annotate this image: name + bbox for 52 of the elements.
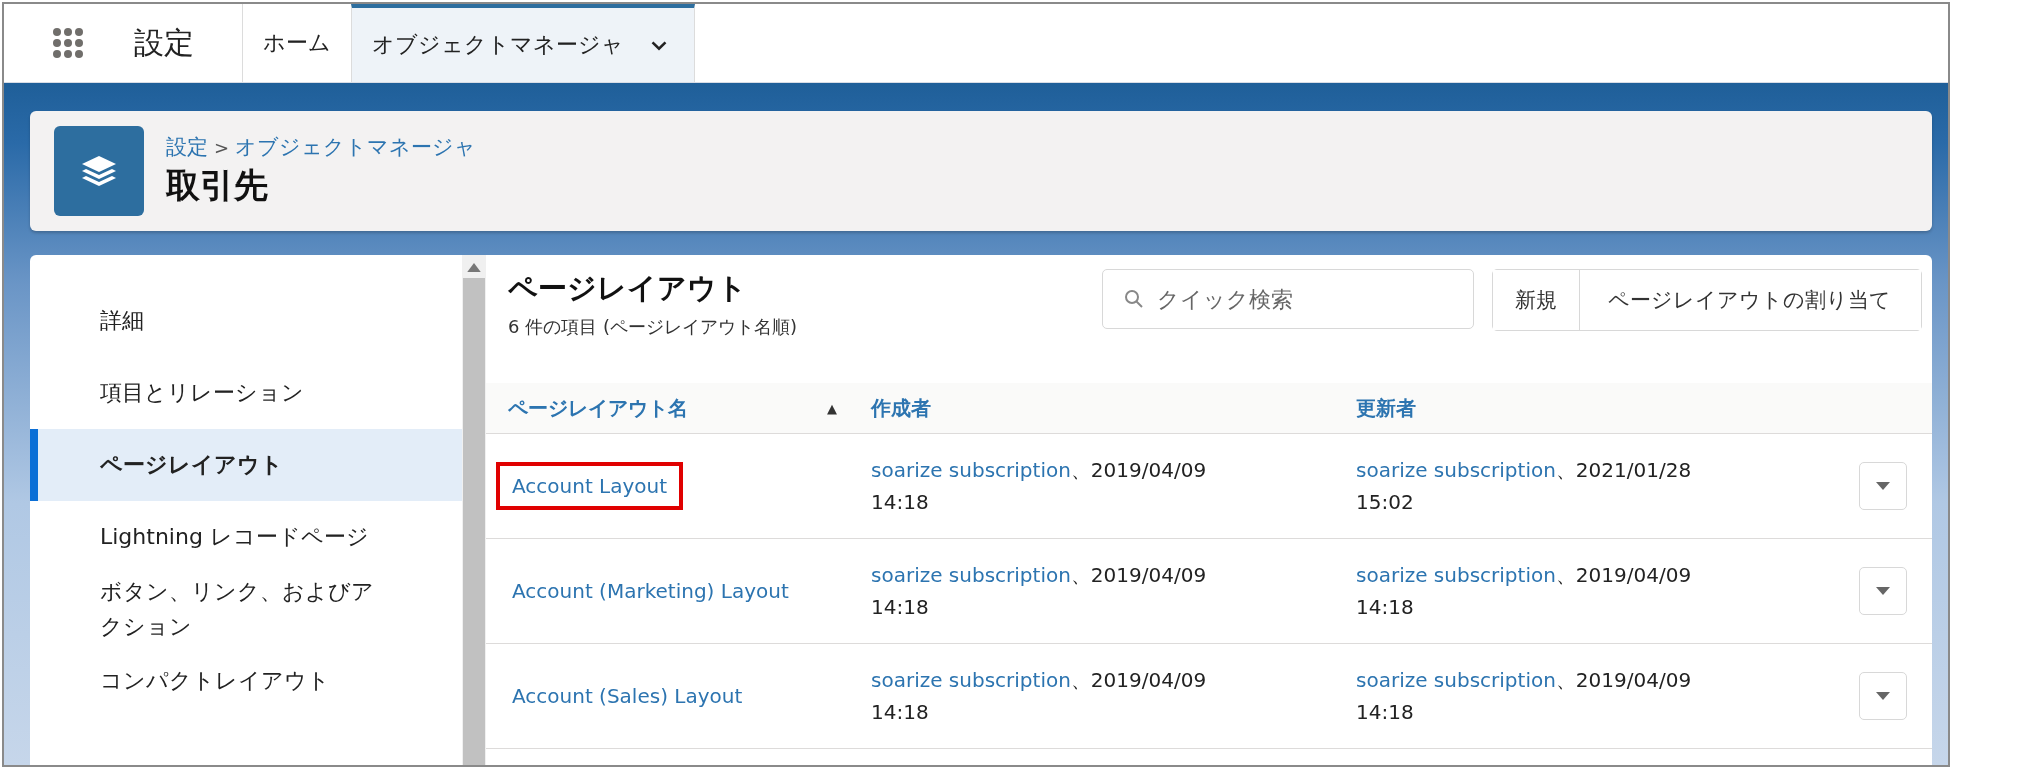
date-text: 、2019/04/09 [1555,563,1692,587]
sidebar-item[interactable]: ボタン、リンク、およびアクション [30,573,462,645]
date-text: 、2019/04/09 [1070,668,1207,692]
item-count: 6 件の項目 (ページレイアウト名順) [508,315,798,339]
caret-down-icon [1876,587,1890,595]
sidebar-item[interactable]: 項目とリレーション [30,357,462,429]
date-text: 、2019/04/09 [1555,668,1692,692]
user-link[interactable]: soarize subscription [1356,563,1556,587]
page-title: 取引先 [166,164,269,207]
sort-arrow[interactable]: ▲ [827,400,837,416]
sidebar-item[interactable]: Lightning レコードページ [30,501,462,573]
chevron-down-icon[interactable] [650,38,668,52]
user-link[interactable]: soarize subscription [1356,668,1556,692]
app-name: 設定 [134,23,194,62]
action-button[interactable]: 新規 [1493,270,1580,330]
row-actions-button[interactable] [1859,672,1907,720]
column-header[interactable]: 更新者 [1356,383,1834,434]
time-text: 15:02 [1356,489,1415,516]
layout-link[interactable]: Account (Marketing) Layout [496,567,805,615]
user-link[interactable]: soarize subscription [871,668,1071,692]
breadcrumb-separator: > [214,136,230,158]
sidebar-item[interactable]: 詳細 [30,285,462,357]
time-text: 14:18 [1356,594,1415,621]
user-link[interactable]: soarize subscription [871,458,1071,482]
breadcrumb-link[interactable]: 設定 [166,133,208,161]
sidebar-item[interactable]: ページレイアウト [30,429,462,501]
user-link[interactable]: soarize subscription [871,563,1071,587]
time-text: 14:18 [1356,699,1415,726]
scroll-up-icon[interactable] [467,263,481,272]
nav-tab[interactable]: オブジェクトマネージャ [351,4,695,82]
layout-link[interactable]: Account Layout [496,462,684,510]
caret-down-icon [1876,692,1890,700]
row-actions-button[interactable] [1859,567,1907,615]
layout-link[interactable]: Account (Sales) Layout [496,672,759,720]
breadcrumb-link[interactable]: オブジェクトマネージャ [235,133,477,161]
column-header[interactable]: 作成者 [871,383,1356,434]
row-actions-button[interactable] [1859,462,1907,510]
time-text: 14:18 [871,699,930,726]
date-text: 、2019/04/09 [1070,458,1207,482]
sidebar-item[interactable]: コンパクトレイアウト [30,645,462,717]
layers-icon[interactable] [54,126,144,216]
date-text: 、2021/01/28 [1555,458,1692,482]
search-field[interactable]: クイック検索 [1102,269,1474,329]
time-text: 14:18 [871,594,930,621]
section-title: ページレイアウト [508,270,748,307]
user-link[interactable]: soarize subscription [1356,458,1556,482]
date-text: 、2019/04/09 [1070,563,1207,587]
search-icon[interactable] [1124,289,1144,309]
time-text: 14:18 [871,489,930,516]
app-launcher-icon[interactable] [52,27,84,59]
caret-down-icon [1876,482,1890,490]
column-header[interactable]: ページレイアウト名 ▲ [486,383,871,434]
